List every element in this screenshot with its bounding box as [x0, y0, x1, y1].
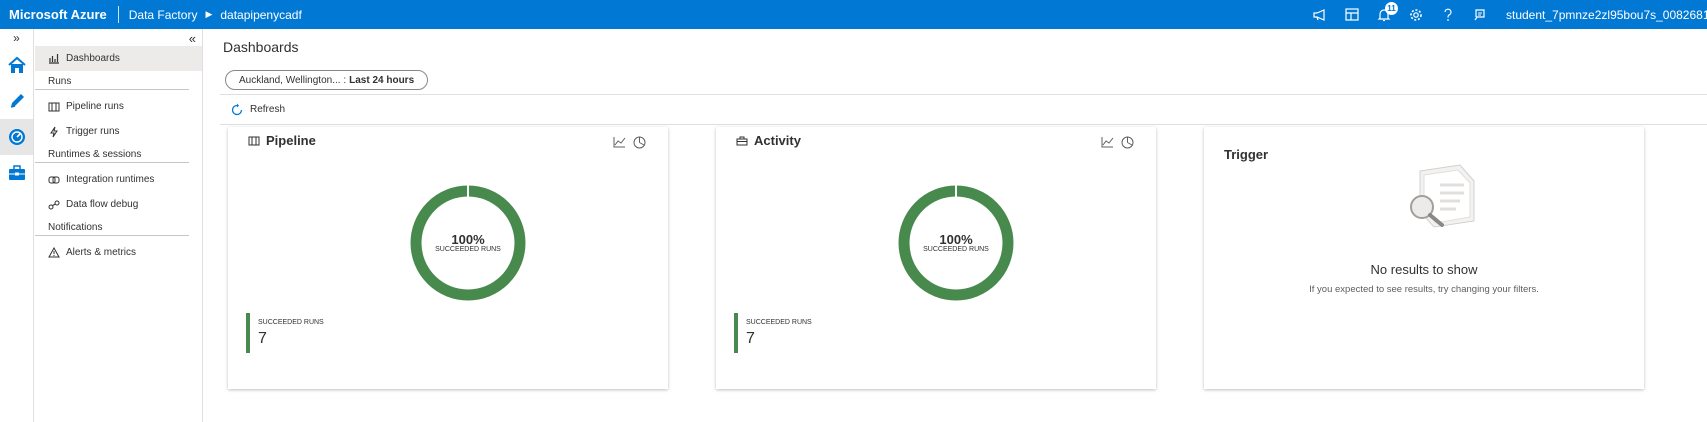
line-chart-icon[interactable]	[613, 136, 626, 148]
trigger-icon	[50, 126, 58, 137]
toolbar: Refresh	[220, 94, 1707, 125]
refresh-icon	[231, 103, 243, 115]
bell-icon[interactable]: 11	[1368, 0, 1400, 29]
breadcrumb-chevron-icon: ▶	[205, 9, 213, 19]
breadcrumb-factory[interactable]: datapipenycadf	[220, 8, 301, 22]
pipeline-card-title: Pipeline	[248, 133, 316, 148]
nav-label-pipeline-runs: Pipeline runs	[66, 101, 124, 112]
pipeline-icon	[48, 102, 60, 111]
nav-item-integration-runtimes[interactable]: Integration runtimes	[35, 167, 202, 192]
pipeline-title-text: Pipeline	[266, 133, 316, 148]
filter-location: Auckland, Wellington... :	[239, 74, 347, 86]
nav-item-trigger-runs[interactable]: Trigger runs	[35, 119, 202, 144]
side-nav: « Dashboards Runs Pipeline runs Trigger …	[35, 29, 203, 422]
dashboard-chart-icon	[49, 54, 59, 64]
activity-card-title: Activity	[736, 133, 801, 148]
warning-icon	[48, 247, 60, 258]
line-chart-icon[interactable]	[1101, 136, 1114, 148]
nav-label-trigger-runs: Trigger runs	[66, 126, 120, 137]
pencil-icon[interactable]	[0, 83, 33, 119]
top-bar: Microsoft Azure Data Factory ▶ datapipen…	[0, 0, 1707, 29]
nav-label-dashboards: Dashboards	[66, 53, 120, 64]
activity-percent-label: SUCCEEDED RUNS	[923, 245, 989, 253]
nav-label-integration-runtimes: Integration runtimes	[66, 174, 155, 185]
activity-percent: 100%	[939, 231, 973, 247]
nav-item-pipeline-runs[interactable]: Pipeline runs	[35, 94, 202, 119]
nav-item-dashboards[interactable]: Dashboards	[35, 46, 202, 71]
top-actions: 11 student_7pmnze2zl95bou7s_00826810@v	[1304, 0, 1707, 29]
activity-title-text: Activity	[754, 133, 801, 148]
activity-briefcase-icon	[736, 136, 748, 145]
pipeline-kpi-value: 7	[258, 330, 267, 347]
feedback-icon[interactable]	[1464, 0, 1496, 29]
gear-icon[interactable]	[1400, 0, 1432, 29]
main-content: Dashboards Auckland, Wellington... : Las…	[204, 29, 1707, 422]
refresh-label: Refresh	[250, 104, 286, 115]
refresh-button[interactable]: Refresh	[230, 103, 285, 117]
activity-kpi: SUCCEEDED RUNS 7	[734, 313, 812, 353]
filter-pill[interactable]: Auckland, Wellington... : Last 24 hours	[225, 70, 429, 90]
pie-chart-icon[interactable]	[1121, 136, 1134, 149]
section-runs: Runs	[35, 71, 189, 90]
pipeline-donut: 100% SUCCEEDED RUNS	[408, 183, 528, 303]
home-icon[interactable]	[0, 47, 33, 83]
pipeline-card: Pipeline 100% SUCCEEDED RUNS SUCCEEDED R…	[228, 127, 668, 389]
nav-item-alerts-metrics[interactable]: Alerts & metrics	[35, 240, 202, 265]
toolbox-icon[interactable]	[0, 155, 33, 191]
nav-label-data-flow-debug: Data flow debug	[66, 199, 139, 210]
filter-range: Last 24 hours	[349, 74, 415, 86]
section-notifications: Notifications	[35, 217, 189, 236]
trigger-card: Trigger No results to show If you expect…	[1204, 127, 1644, 389]
trigger-card-title: Trigger	[1224, 147, 1269, 162]
brand-title[interactable]: Microsoft Azure	[0, 7, 118, 22]
activity-kpi-label: SUCCEEDED RUNS	[746, 319, 812, 326]
activity-kpi-value: 7	[746, 330, 755, 347]
page-title: Dashboards	[223, 39, 299, 55]
activity-card-tools	[1101, 136, 1134, 149]
pipeline-percent: 100%	[451, 231, 485, 247]
brand-divider	[117, 6, 119, 23]
empty-state-title: No results to show	[1370, 262, 1478, 277]
collapse-nav-icon[interactable]: «	[189, 31, 196, 46]
activity-donut: 100% SUCCEEDED RUNS	[896, 183, 1016, 303]
expand-rail-icon[interactable]: »	[0, 29, 33, 47]
pipeline-card-tools	[613, 136, 646, 149]
no-results-illustration	[1410, 164, 1475, 228]
nav-item-data-flow-debug[interactable]: Data flow debug	[35, 192, 202, 217]
pie-chart-icon[interactable]	[633, 136, 646, 149]
data-flow-debug-icon	[48, 200, 60, 209]
activity-card: Activity 100% SUCCEEDED RUNS SUCCEEDED R…	[716, 127, 1156, 389]
megaphone-icon[interactable]	[1304, 0, 1336, 29]
help-icon[interactable]	[1432, 0, 1464, 29]
user-account[interactable]: student_7pmnze2zl95bou7s_00826810@v	[1496, 8, 1707, 22]
nav-label-alerts-metrics: Alerts & metrics	[66, 247, 137, 258]
pipeline-percent-label: SUCCEEDED RUNS	[435, 245, 501, 253]
left-rail: »	[0, 29, 34, 422]
pipeline-kpi: SUCCEEDED RUNS 7	[246, 313, 324, 353]
section-runtimes: Runtimes & sessions	[35, 144, 189, 163]
pipeline-icon	[248, 136, 260, 145]
empty-state-subtitle: If you expected to see results, try chan…	[1309, 284, 1539, 295]
pipeline-kpi-label: SUCCEEDED RUNS	[258, 319, 324, 326]
monitor-icon[interactable]	[0, 119, 33, 155]
integration-runtime-icon	[48, 176, 60, 183]
portal-directory-icon[interactable]	[1336, 0, 1368, 29]
notification-badge: 11	[1385, 2, 1398, 15]
breadcrumb-service[interactable]: Data Factory	[129, 8, 198, 22]
